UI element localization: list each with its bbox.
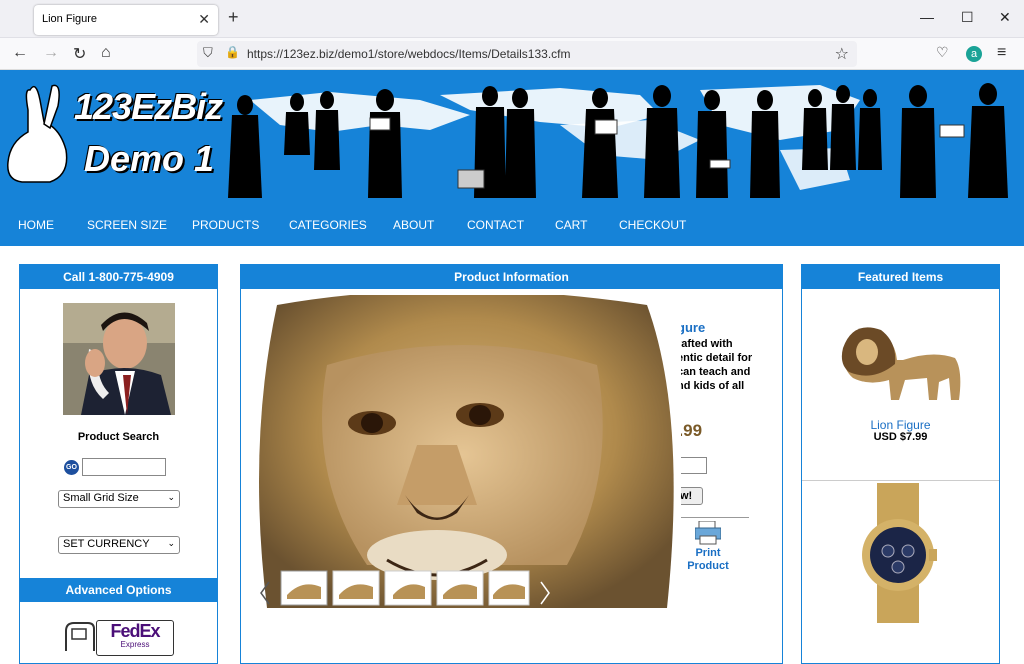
desc-line: can teach and <box>677 366 751 378</box>
close-tab-icon[interactable]: ✕ <box>198 11 210 28</box>
shield-icon[interactable]: ⛉ <box>203 45 213 61</box>
extension-icon[interactable]: a <box>966 46 982 62</box>
menu-icon[interactable]: ≡ <box>997 44 1006 62</box>
currency-select[interactable]: SET CURRENCY ⌄ <box>58 536 180 554</box>
site-banner: 123EzBiz Demo 1 <box>0 70 1024 204</box>
menu-contact[interactable]: CONTACT <box>467 218 524 232</box>
quantity-input[interactable] <box>677 457 707 474</box>
product-title: gure <box>677 320 706 335</box>
printer-icon[interactable] <box>695 521 721 545</box>
advanced-options-header: Advanced Options <box>20 578 217 602</box>
featured-panel: Featured Items Lion Figure USD $7.99 <box>801 264 1000 664</box>
address-bar[interactable]: ⛉ 🔒 https://123ez.biz/demo1/store/webdoc… <box>197 41 857 67</box>
pocket-icon[interactable]: ♡ <box>936 44 949 61</box>
new-tab-icon[interactable]: + <box>228 7 239 28</box>
featured-item-name[interactable]: Lion Figure <box>802 418 999 432</box>
desc-line: nd kids of all <box>677 380 745 392</box>
menu-products[interactable]: PRODUCTS <box>192 218 259 232</box>
browser-tab[interactable]: Lion Figure ✕ <box>34 5 218 35</box>
print-label-line: Product <box>687 560 729 572</box>
agent-photo <box>63 303 175 415</box>
menu-checkout[interactable]: CHECKOUT <box>619 218 686 232</box>
chevron-down-icon: ⌄ <box>167 492 175 502</box>
home-icon[interactable]: ⌂ <box>101 44 111 62</box>
product-search-title: Product Search <box>77 431 160 443</box>
featured-item-image[interactable] <box>839 320 965 402</box>
menu-home[interactable]: HOME <box>18 218 54 232</box>
browser-tab-bar: Lion Figure ✕ + — ☐ ✕ <box>0 0 1024 38</box>
desc-line: rafted with <box>677 338 733 350</box>
phone-header: Call 1-800-775-4909 <box>20 265 217 289</box>
product-description: rafted with entic detail for can teach a… <box>677 337 752 393</box>
menu-cart[interactable]: CART <box>555 218 587 232</box>
featured-item-price: USD $7.99 <box>873 431 928 443</box>
forward-icon[interactable]: → <box>43 44 59 62</box>
maximize-icon[interactable]: ☐ <box>961 9 974 26</box>
product-info-header: Product Information <box>241 265 782 289</box>
back-icon[interactable]: ← <box>12 44 28 62</box>
url-text[interactable]: https://123ez.biz/demo1/store/webdocs/It… <box>247 47 571 61</box>
go-icon[interactable]: GO <box>64 460 79 475</box>
fedex-logo: FedEx Express <box>96 620 174 656</box>
tab-title: Lion Figure <box>42 13 98 25</box>
brand-name[interactable]: 123EzBiz <box>74 86 223 128</box>
product-image-viewer[interactable] <box>247 295 681 608</box>
truck-icon <box>65 622 95 651</box>
bookmark-star-icon[interactable]: ☆ <box>835 44 849 64</box>
print-label-line: Print <box>695 547 721 559</box>
brand-subtitle[interactable]: Demo 1 <box>84 138 214 180</box>
browser-nav-bar: ← → ↻ ⌂ ⛉ 🔒 https://123ez.biz/demo1/stor… <box>0 38 1024 70</box>
product-panel: Product Information gure rafted with ent… <box>240 264 783 664</box>
fedex-logo-text: FedEx <box>110 621 160 641</box>
grid-size-value: Small Grid Size <box>63 492 139 504</box>
left-sidebar: Call 1-800-775-4909 Product Search GO Sm… <box>19 264 218 664</box>
menu-about[interactable]: ABOUT <box>393 218 434 232</box>
reload-icon[interactable]: ↻ <box>73 44 86 64</box>
desc-line: entic detail for <box>677 352 753 364</box>
lock-icon[interactable]: 🔒 <box>225 45 240 59</box>
thumbnail-strip <box>280 570 530 606</box>
divider <box>677 517 749 518</box>
menu-categories[interactable]: CATEGORIES <box>289 218 367 232</box>
featured-header: Featured Items <box>802 265 999 289</box>
divider <box>802 480 999 481</box>
site-menu: HOME SCREEN SIZE PRODUCTS CATEGORIES ABO… <box>0 204 1024 246</box>
print-product-link[interactable]: Print Product <box>682 547 734 573</box>
featured-item-image[interactable] <box>857 483 939 623</box>
grid-size-select[interactable]: Small Grid Size ⌄ <box>58 490 180 508</box>
minimize-icon[interactable]: — <box>920 9 934 25</box>
close-window-icon[interactable]: ✕ <box>999 9 1011 26</box>
currency-value: SET CURRENCY <box>63 538 150 550</box>
chevron-down-icon: ⌄ <box>167 538 175 548</box>
menu-screen-size[interactable]: SCREEN SIZE <box>87 218 167 232</box>
fedex-sub-text: Express <box>120 640 150 649</box>
search-input[interactable] <box>82 458 166 476</box>
